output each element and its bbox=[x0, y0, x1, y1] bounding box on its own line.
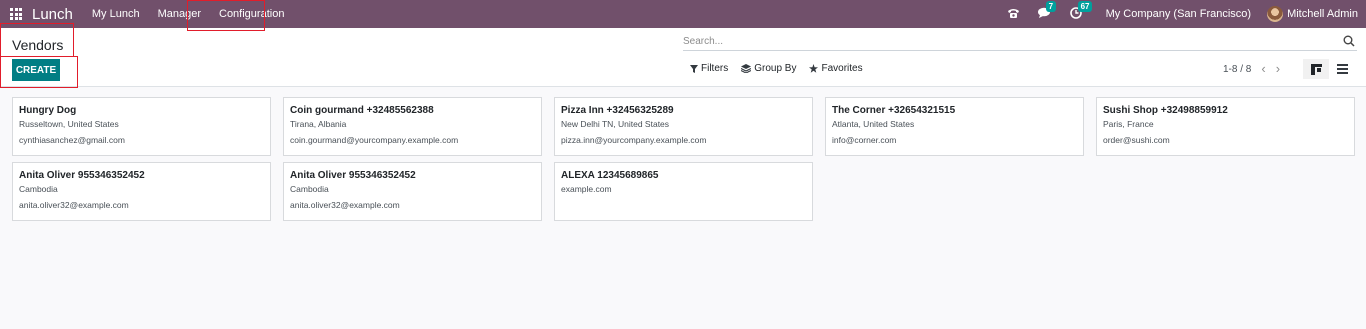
vendor-name: Anita Oliver 955346352452 bbox=[19, 170, 145, 181]
pager-next-icon[interactable]: › bbox=[1276, 62, 1280, 75]
favorites-toggle[interactable]: Favorites bbox=[809, 63, 863, 74]
activity-clock-icon[interactable]: 67 bbox=[1069, 0, 1093, 22]
vendor-name: ALEXA 12345689865 bbox=[561, 170, 659, 181]
control-panel: Vendors CREATE Filters Group By Favorite… bbox=[0, 28, 1366, 87]
filters-toggle[interactable]: Filters bbox=[690, 63, 728, 74]
vendor-email: pizza.inn@yourcompany.example.com bbox=[561, 135, 707, 145]
vendor-address: Atlanta, United States bbox=[832, 119, 915, 129]
pager-value[interactable]: 1-8 / 8 bbox=[1223, 64, 1251, 75]
vendor-address: Tirana, Albania bbox=[290, 119, 347, 129]
avatar bbox=[1267, 6, 1284, 22]
vendor-card[interactable]: Pizza Inn +32456325289 New Delhi TN, Uni… bbox=[554, 97, 813, 156]
user-name: Mitchell Admin bbox=[1287, 8, 1358, 20]
user-menu[interactable]: Mitchell Admin bbox=[1267, 6, 1358, 22]
company-switcher[interactable]: My Company (San Francisco) bbox=[1106, 8, 1252, 20]
layers-icon bbox=[741, 64, 752, 73]
vendor-address: Cambodia bbox=[290, 184, 329, 194]
vendor-email: info@corner.com bbox=[832, 135, 897, 145]
group-by-label: Group By bbox=[754, 63, 797, 74]
vendor-name: Coin gourmand +32485562388 bbox=[290, 105, 434, 116]
kanban-view-icon[interactable] bbox=[1303, 59, 1329, 79]
vendor-email: order@sushi.com bbox=[1103, 135, 1170, 145]
vendor-card[interactable]: Anita Oliver 955346352452 Cambodia anita… bbox=[12, 162, 271, 221]
search-options: Filters Group By Favorites bbox=[690, 63, 876, 74]
highlight-configuration bbox=[187, 0, 265, 31]
pager-previous-icon[interactable]: ‹ bbox=[1261, 62, 1265, 75]
search-bar bbox=[683, 33, 1357, 51]
phone-icon[interactable] bbox=[1007, 7, 1020, 22]
vendor-card[interactable]: Sushi Shop +32498859912 Paris, France or… bbox=[1096, 97, 1355, 156]
vendor-address: Russeltown, United States bbox=[19, 119, 119, 129]
vendor-card[interactable]: ALEXA 12345689865 example.com bbox=[554, 162, 813, 221]
vendor-email: cynthiasanchez@gmail.com bbox=[19, 135, 125, 145]
vendor-email: anita.oliver32@example.com bbox=[19, 200, 129, 210]
highlight-title bbox=[0, 23, 74, 57]
highlight-create bbox=[0, 56, 78, 88]
menu-my-lunch[interactable]: My Lunch bbox=[83, 0, 149, 28]
apps-menu-icon[interactable] bbox=[10, 8, 22, 20]
vendor-email: anita.oliver32@example.com bbox=[290, 200, 400, 210]
star-icon bbox=[809, 64, 819, 73]
vendor-email: example.com bbox=[561, 184, 612, 194]
vendor-name: Anita Oliver 955346352452 bbox=[290, 170, 416, 181]
vendor-name: Pizza Inn +32456325289 bbox=[561, 105, 674, 116]
vendor-address: Paris, France bbox=[1103, 119, 1154, 129]
favorites-label: Favorites bbox=[821, 63, 863, 74]
vendor-name: Hungry Dog bbox=[19, 105, 77, 116]
vendor-card[interactable]: Coin gourmand +32485562388 Tirana, Alban… bbox=[283, 97, 542, 156]
vendor-address: Cambodia bbox=[19, 184, 58, 194]
vendor-card[interactable]: Anita Oliver 955346352452 Cambodia anita… bbox=[283, 162, 542, 221]
filters-label: Filters bbox=[701, 63, 729, 74]
vendor-email: coin.gourmand@yourcompany.example.com bbox=[290, 135, 459, 145]
list-view-icon[interactable] bbox=[1329, 59, 1355, 79]
app-name[interactable]: Lunch bbox=[32, 6, 73, 23]
activity-badge: 67 bbox=[1077, 0, 1093, 12]
pager: 1-8 / 8 ‹ › bbox=[1223, 62, 1280, 75]
filter-icon bbox=[690, 64, 698, 73]
chat-icon[interactable]: 7 bbox=[1037, 0, 1057, 22]
chat-badge: 7 bbox=[1045, 0, 1057, 12]
search-input[interactable] bbox=[683, 33, 1323, 50]
vendor-card[interactable]: The Corner +32654321515 Atlanta, United … bbox=[825, 97, 1084, 156]
vendor-name: The Corner +32654321515 bbox=[832, 105, 956, 116]
vendor-address: New Delhi TN, United States bbox=[561, 119, 670, 129]
vendor-card[interactable]: Hungry Dog Russeltown, United States cyn… bbox=[12, 97, 271, 156]
vendor-name: Sushi Shop +32498859912 bbox=[1103, 105, 1228, 116]
view-switcher bbox=[1303, 59, 1355, 79]
group-by-toggle[interactable]: Group By bbox=[741, 63, 796, 74]
systray: 7 67 My Company (San Francisco) Mitchell… bbox=[989, 0, 1358, 28]
search-icon[interactable] bbox=[1343, 35, 1355, 47]
